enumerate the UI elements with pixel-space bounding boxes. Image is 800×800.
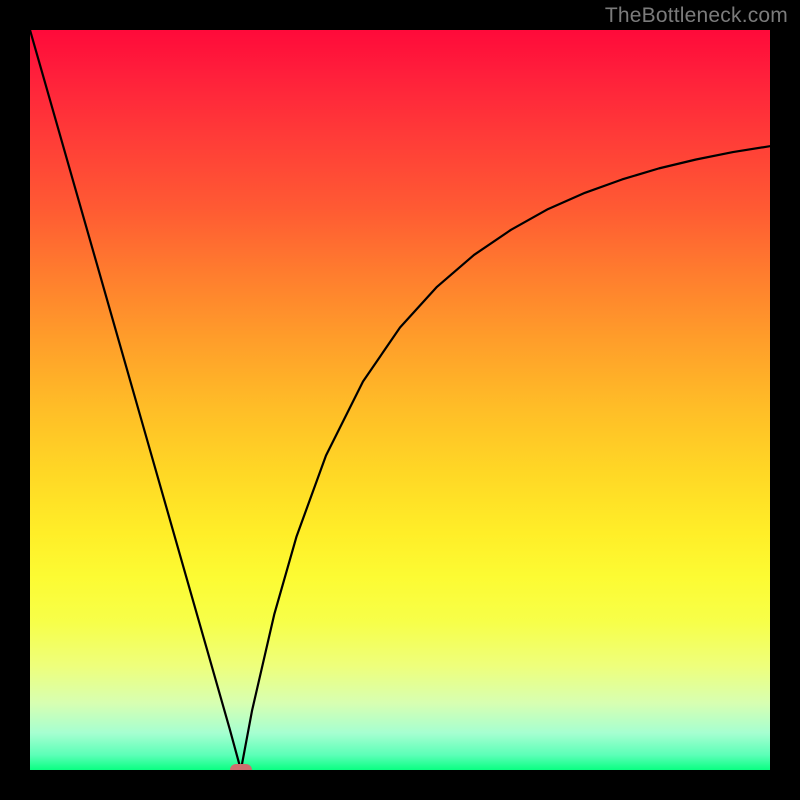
curve-svg <box>30 30 770 770</box>
curve-path <box>30 30 770 770</box>
min-marker <box>230 764 252 770</box>
plot-area <box>30 30 770 770</box>
watermark-text: TheBottleneck.com <box>605 4 788 28</box>
chart-frame: TheBottleneck.com <box>0 0 800 800</box>
